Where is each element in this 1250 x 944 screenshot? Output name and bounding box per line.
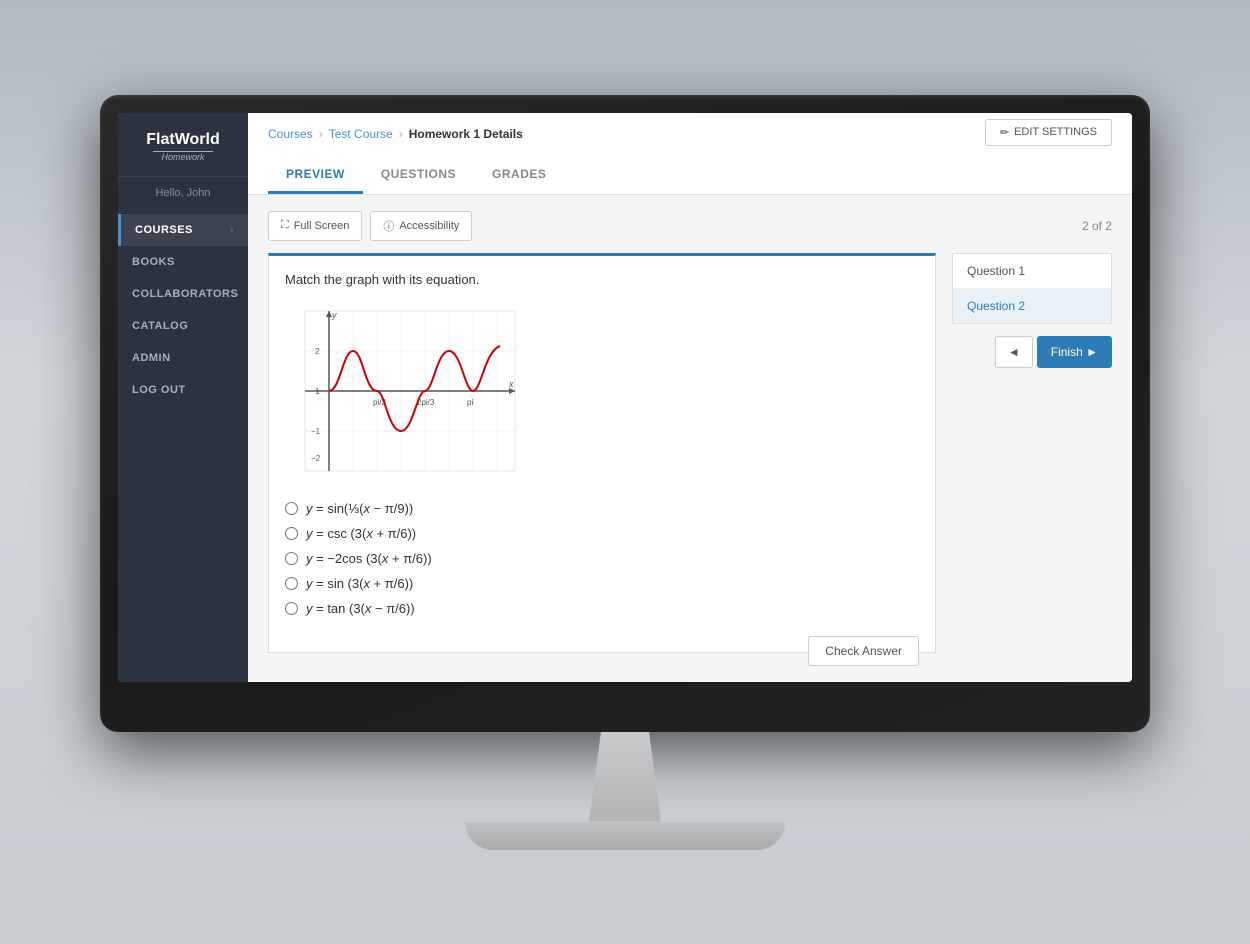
sidebar-item-collaborators-label: COLLABORATORS [132,288,238,300]
finish-label: Finish ► [1051,345,1098,359]
finish-button[interactable]: Finish ► [1037,336,1112,368]
answer-radio-2[interactable] [285,527,298,540]
logo: FlatWorld Homework [118,113,248,178]
graph-svg: x y 2 1 −1 −2 pi/3 [285,301,525,476]
tab-grades-label: GRADES [492,167,546,181]
accessibility-label: Accessibility [399,220,459,232]
tab-preview[interactable]: PREVIEW [268,157,363,194]
question-list-label-2: Question 2 [967,299,1025,313]
question-counter: 2 of 2 [1082,219,1112,233]
answer-radio-1[interactable] [285,502,298,515]
tab-questions-label: QUESTIONS [381,167,456,181]
svg-text:x: x [508,379,514,389]
question-list-item-2[interactable]: Question 2 [953,289,1111,323]
tab-grades[interactable]: GRADES [474,157,564,194]
content-area: ⛶ Full Screen ⓘ Accessibility 2 of 2 [248,195,1132,682]
prev-icon: ◄ [1008,345,1020,359]
tab-preview-label: PREVIEW [286,167,345,181]
svg-text:−2: −2 [311,454,321,463]
question-sidebar: Question 1 Question 2 ◄ [952,253,1112,666]
answer-choice-1[interactable]: y = sin(⅓(x − π/9)) [285,501,919,516]
breadcrumb-test-course[interactable]: Test Course [329,127,393,141]
sidebar-item-logout-label: LOG OUT [132,384,186,396]
content-inner: Match the graph with its equation. [268,253,1112,666]
svg-text:1: 1 [315,387,320,396]
answer-choice-2[interactable]: y = csc (3(x + π/6)) [285,526,919,541]
svg-text:y: y [331,310,337,320]
sidebar-item-logout[interactable]: LOG OUT [118,374,248,406]
edit-settings-button[interactable]: ✏ EDIT SETTINGS [985,119,1112,146]
answer-radio-3[interactable] [285,552,298,565]
sidebar-item-books-label: BOOKS [132,256,175,268]
breadcrumb-current: Homework 1 Details [409,127,523,141]
accessibility-icon: ⓘ [383,218,394,234]
sidebar-item-admin-label: ADMIN [132,352,171,364]
answer-choice-3[interactable]: y = −2cos (3(x + π/6)) [285,551,919,566]
chevron-right-icon: › [230,225,234,236]
breadcrumb-sep-2: › [399,127,403,141]
monitor-stand-base [465,822,785,850]
svg-text:2: 2 [315,347,320,356]
svg-text:−1: −1 [311,427,321,436]
check-answer-button[interactable]: Check Answer [808,636,919,666]
accessibility-button[interactable]: ⓘ Accessibility [370,211,472,241]
question-main: Match the graph with its equation. [268,253,936,666]
question-toolbar: ⛶ Full Screen ⓘ Accessibility 2 of 2 [268,211,1112,241]
sidebar-item-catalog-label: CATALOG [132,320,188,332]
fullscreen-label: Full Screen [294,220,350,232]
breadcrumb: Courses › Test Course › Homework 1 Detai… [268,127,523,141]
answer-text-2: y = csc (3(x + π/6)) [306,526,416,541]
top-bar: Courses › Test Course › Homework 1 Detai… [248,113,1132,195]
tabs: PREVIEW QUESTIONS GRADES [268,157,1112,194]
logo-name: FlatWorld [130,131,236,149]
main-content: Courses › Test Course › Homework 1 Detai… [248,113,1132,682]
breadcrumb-sep-1: › [319,127,323,141]
check-answer-label: Check Answer [825,644,902,658]
user-greeting: Hello, John [118,177,248,210]
question-text: Match the graph with its equation. [285,272,919,287]
sidebar-item-courses-label: COURSES [135,224,193,236]
sidebar-item-collaborators[interactable]: COLLABORATORS [118,278,248,310]
answer-radio-5[interactable] [285,602,298,615]
sidebar-item-courses[interactable]: COURSES › [118,214,248,246]
answer-text-5: y = tan (3(x − π/6)) [306,601,415,616]
logo-sub: Homework [130,152,236,162]
edit-settings-label: EDIT SETTINGS [1014,126,1097,138]
answer-choice-5[interactable]: y = tan (3(x − π/6)) [285,601,919,616]
svg-text:pi: pi [467,398,473,407]
answer-radio-4[interactable] [285,577,298,590]
monitor-stand-neck [565,732,685,822]
answer-choices: y = sin(⅓(x − π/9)) y = csc (3(x + π/6))… [285,501,919,616]
sidebar-item-books[interactable]: BOOKS [118,246,248,278]
question-list-item-1[interactable]: Question 1 [953,254,1111,289]
answer-text-3: y = −2cos (3(x + π/6)) [306,551,432,566]
answer-text-4: y = sin (3(x + π/6)) [306,576,413,591]
prev-button[interactable]: ◄ [995,336,1033,368]
question-list-label-1: Question 1 [967,264,1025,278]
answer-choice-4[interactable]: y = sin (3(x + π/6)) [285,576,919,591]
sidebar-item-admin[interactable]: ADMIN [118,342,248,374]
question-list: Question 1 Question 2 [952,253,1112,324]
fullscreen-button[interactable]: ⛶ Full Screen [268,211,362,241]
pencil-icon: ✏ [1000,126,1009,139]
answer-text-1: y = sin(⅓(x − π/9)) [306,501,413,516]
graph-container: x y 2 1 −1 −2 pi/3 [285,301,919,481]
toolbar-left: ⛶ Full Screen ⓘ Accessibility [268,211,472,241]
breadcrumb-courses[interactable]: Courses [268,127,313,141]
question-content: Match the graph with its equation. [268,253,936,653]
sidebar-nav: COURSES › BOOKS COLLABORATORS CATALOG AD… [118,210,248,681]
fullscreen-icon: ⛶ [281,219,289,232]
sidebar-item-catalog[interactable]: CATALOG [118,310,248,342]
nav-buttons: ◄ Finish ► [952,336,1112,368]
tab-questions[interactable]: QUESTIONS [363,157,474,194]
sidebar: FlatWorld Homework Hello, John COURSES ›… [118,113,248,682]
